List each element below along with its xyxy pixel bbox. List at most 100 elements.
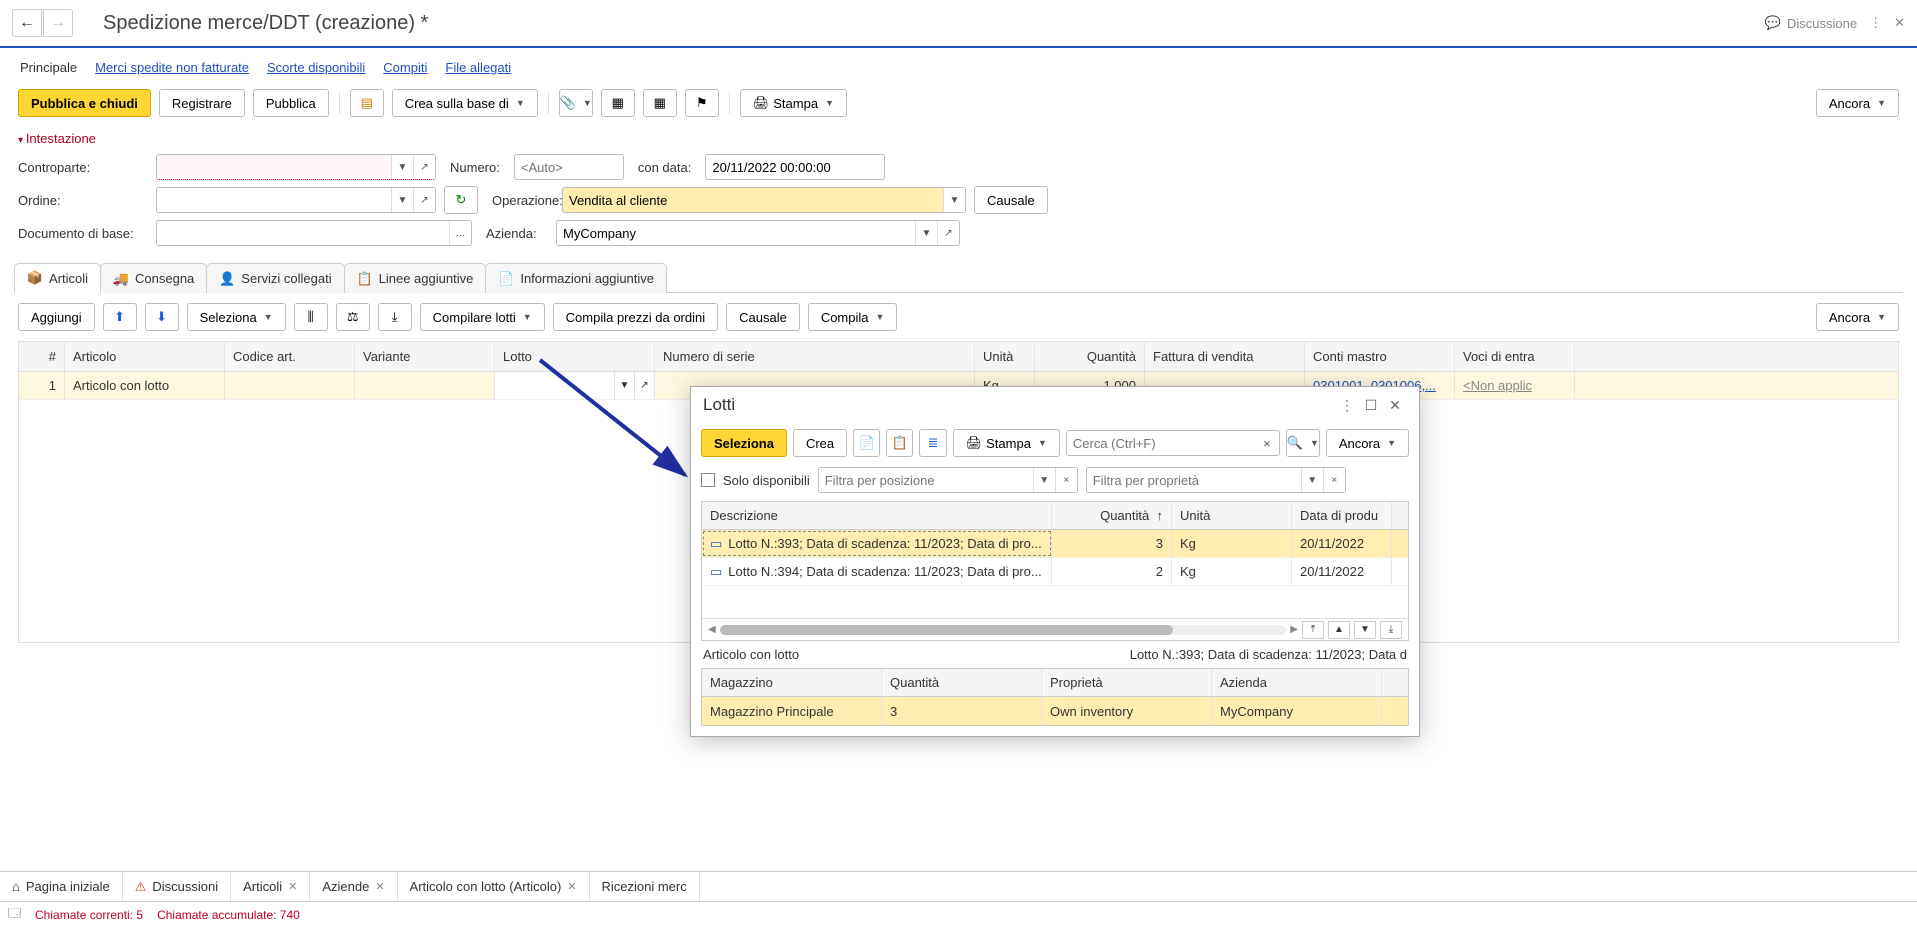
tab-merci-spedite[interactable]: Merci spedite non fatturate (95, 56, 249, 79)
footer-tab-discussioni[interactable]: ⚠Discussioni (123, 872, 231, 901)
compile-button[interactable]: Compila▼ (808, 303, 898, 331)
dropdown-icon[interactable]: ▼ (915, 221, 937, 245)
subtab-consegna[interactable]: 🚚Consegna (100, 263, 207, 293)
popup-create-button[interactable]: Crea (793, 429, 847, 457)
col-variante[interactable]: Variante (355, 342, 495, 371)
col-num[interactable]: # (19, 342, 65, 371)
col-fattura[interactable]: Fattura di vendita (1145, 342, 1305, 371)
sub-more-button[interactable]: Ancora▼ (1816, 303, 1899, 331)
tab-principale[interactable]: Principale (20, 56, 77, 79)
puzzle-button[interactable]: ⚑ (685, 89, 719, 117)
footer-tab-articolo-lotto[interactable]: Articolo con lotto (Articolo)✕ (398, 872, 590, 901)
operation-input[interactable]: ▼ (562, 187, 966, 213)
scroll-down-button[interactable]: ▼ (1354, 621, 1376, 639)
col-voci[interactable]: Voci di entra (1455, 342, 1575, 371)
open-icon[interactable]: ↗ (413, 155, 435, 179)
publish-close-button[interactable]: Pubblica e chiudi (18, 89, 151, 117)
publish-button[interactable]: Pubblica (253, 89, 329, 117)
grid-icon-button[interactable]: ▦ (643, 89, 677, 117)
pcol-unit[interactable]: Unità (1172, 502, 1292, 529)
voci-link[interactable]: <Non applic (1463, 378, 1532, 393)
footer-tab-articoli[interactable]: Articoli✕ (231, 872, 310, 901)
filter-property-input[interactable]: ▼× (1086, 467, 1346, 493)
subtab-linee[interactable]: 📋Linee aggiuntive (344, 263, 487, 293)
popup-search-input[interactable]: × (1066, 430, 1280, 456)
pcol2-qty[interactable]: Quantità (882, 669, 1042, 696)
open-icon[interactable]: ↗ (413, 188, 435, 212)
popup-close-icon[interactable]: ✕ (1383, 397, 1407, 414)
scroll-left-icon[interactable]: ◀ (708, 624, 716, 635)
open-icon[interactable]: ↗ (937, 221, 959, 245)
popup-copy-button[interactable]: 📄 (853, 429, 880, 457)
footer-tab-ricezioni[interactable]: Ricezioni merc (590, 872, 700, 901)
barcode-button[interactable]: ⫼ (294, 303, 328, 331)
pcol2-az[interactable]: Azienda (1212, 669, 1382, 696)
forward-button[interactable]: → (43, 9, 73, 37)
dropdown-icon[interactable]: ▼ (391, 155, 413, 179)
weight-button[interactable]: ⚖ (336, 303, 370, 331)
horizontal-scrollbar[interactable] (720, 625, 1287, 635)
col-conti[interactable]: Conti mastro (1305, 342, 1455, 371)
register-button[interactable]: Registrare (159, 89, 245, 117)
scroll-bottom-button[interactable]: ⤓ (1380, 621, 1402, 639)
attach-button[interactable]: 📎▼ (559, 89, 593, 117)
select-button[interactable]: Seleziona▼ (187, 303, 286, 331)
move-down-button[interactable]: ⬇ (145, 303, 179, 331)
dropdown-icon[interactable]: ▼ (943, 188, 965, 212)
popup-select-button[interactable]: Seleziona (701, 429, 787, 457)
counterparty-input[interactable]: ▼↗ (156, 154, 436, 180)
kebab-icon[interactable]: ⋮ (1869, 15, 1882, 31)
scroll-up-button[interactable]: ▲ (1328, 621, 1350, 639)
number-input[interactable] (514, 154, 624, 180)
warehouse-row[interactable]: Magazzino Principale 3 Own inventory MyC… (702, 697, 1408, 725)
tab-compiti[interactable]: Compiti (383, 56, 427, 79)
close-icon[interactable]: ✕ (288, 880, 297, 893)
tab-file-allegati[interactable]: File allegati (445, 56, 511, 79)
popup-search-button[interactable]: 🔍▼ (1286, 429, 1320, 457)
close-icon[interactable]: ✕ (1894, 15, 1905, 31)
footer-tab-home[interactable]: ⌂Pagina iniziale (0, 872, 123, 901)
reason-button[interactable]: Causale (974, 186, 1048, 214)
col-serie[interactable]: Numero di serie (655, 342, 975, 371)
subtab-info[interactable]: 📄Informazioni aggiuntive (485, 263, 667, 293)
lot-row[interactable]: ▭Lotto N.:393; Data di scadenza: 11/2023… (702, 530, 1408, 558)
back-button[interactable]: ← (12, 9, 42, 37)
dropdown-icon[interactable]: ▼ (1301, 468, 1323, 492)
more-button[interactable]: Ancora▼ (1816, 89, 1899, 117)
ellipsis-icon[interactable]: … (449, 221, 471, 245)
col-lotto[interactable]: Lotto (495, 342, 655, 371)
popup-more-button[interactable]: Ancora▼ (1326, 429, 1409, 457)
section-intestazione[interactable]: Intestazione (0, 127, 1917, 150)
close-icon[interactable]: ✕ (567, 880, 576, 893)
import-button[interactable]: ⤓ (378, 303, 412, 331)
only-available-checkbox[interactable] (701, 473, 715, 487)
pcol2-mag[interactable]: Magazzino (702, 669, 882, 696)
popup-kebab-icon[interactable]: ⋮ (1335, 397, 1359, 414)
popup-print-button[interactable]: 🖨 Stampa▼ (953, 429, 1060, 457)
pcol-desc[interactable]: Descrizione (702, 502, 1052, 529)
dropdown-icon[interactable]: ▼ (391, 188, 413, 212)
basedoc-input[interactable]: … (156, 220, 472, 246)
company-input[interactable]: ▼↗ (556, 220, 960, 246)
dropdown-icon[interactable]: ▼ (614, 372, 634, 399)
pcol2-prop[interactable]: Proprietà (1042, 669, 1212, 696)
footer-tab-aziende[interactable]: Aziende✕ (310, 872, 397, 901)
popup-list-button[interactable]: ≣ (919, 429, 946, 457)
add-button[interactable]: Aggiungi (18, 303, 95, 331)
open-icon[interactable]: ↗ (634, 372, 654, 399)
popup-maximize-icon[interactable]: ☐ (1359, 397, 1383, 414)
col-quantita[interactable]: Quantità (1035, 342, 1145, 371)
pcol-qty[interactable]: Quantità ↑ (1052, 502, 1172, 529)
report-button[interactable]: ▦ (601, 89, 635, 117)
close-icon[interactable]: ✕ (375, 880, 384, 893)
tab-scorte[interactable]: Scorte disponibili (267, 56, 365, 79)
doc-icon-button[interactable]: ▤ (350, 89, 384, 117)
clear-icon[interactable]: × (1255, 431, 1279, 455)
order-input[interactable]: ▼↗ (156, 187, 436, 213)
discussion-link[interactable]: 💬Discussione (1765, 15, 1857, 31)
dropdown-icon[interactable]: ▼ (1033, 468, 1055, 492)
date-input[interactable]: 📅 (705, 154, 885, 180)
col-articolo[interactable]: Articolo (65, 342, 225, 371)
compile-prices-button[interactable]: Compila prezzi da ordini (553, 303, 718, 331)
lot-row[interactable]: ▭Lotto N.:394; Data di scadenza: 11/2023… (702, 558, 1408, 586)
